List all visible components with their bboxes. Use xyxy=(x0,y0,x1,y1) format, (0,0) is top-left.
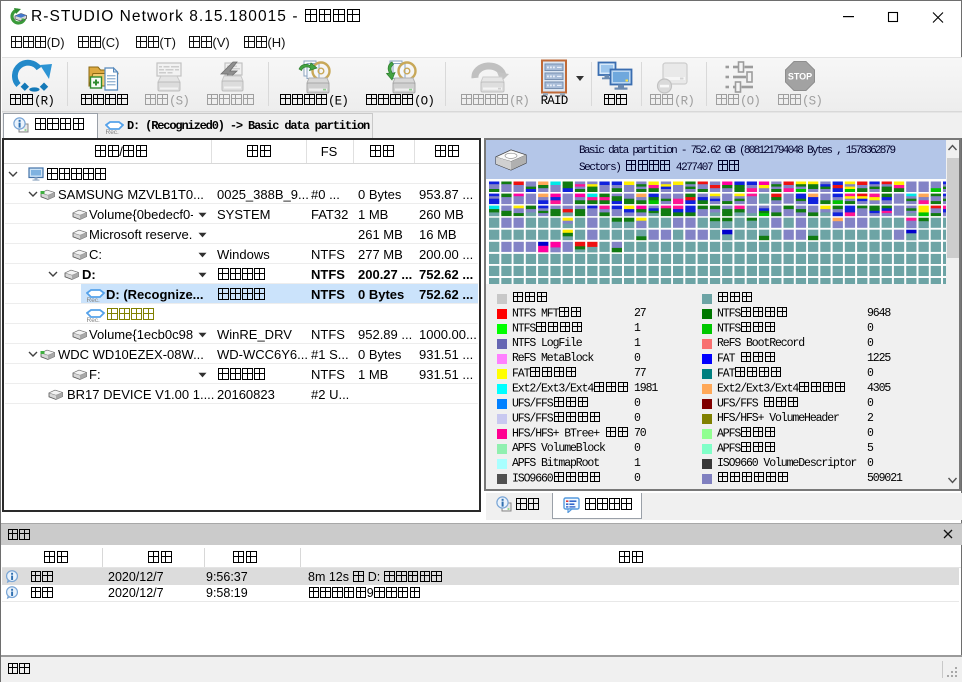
svg-text:STOP: STOP xyxy=(788,72,812,82)
svg-text:Rec.: Rec. xyxy=(87,297,101,302)
svg-text:Rec.: Rec. xyxy=(87,317,101,322)
svg-text:Rec.: Rec. xyxy=(106,129,120,134)
